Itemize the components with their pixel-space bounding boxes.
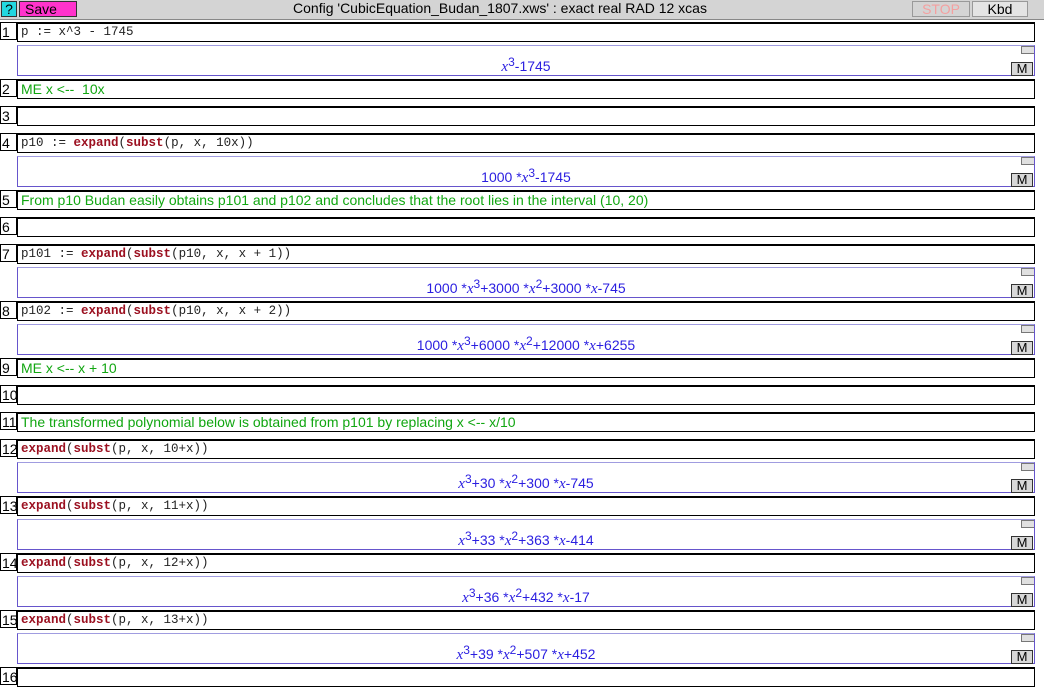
- output-menu-button[interactable]: M: [1011, 62, 1033, 76]
- comment-field[interactable]: ME x <-- x + 10: [17, 358, 1035, 378]
- level-10: 10: [0, 383, 1044, 410]
- output-area: 1000 *x3+6000 *x2+12000 *x+6255 M: [17, 324, 1035, 355]
- output-resize-handle[interactable]: [1021, 325, 1034, 333]
- math-result: x3+30 *x2+300 *x-745: [458, 472, 594, 492]
- level-11: 11 The transformed polynomial below is ob…: [0, 410, 1044, 437]
- output-menu-button[interactable]: M: [1011, 593, 1033, 607]
- level-3: 3: [0, 104, 1044, 131]
- level-number[interactable]: 13: [0, 496, 17, 514]
- math-result: 1000 *x3+6000 *x2+12000 *x+6255: [416, 334, 636, 354]
- level-number[interactable]: 16: [0, 667, 17, 685]
- comment-field[interactable]: From p10 Budan easily obtains p101 and p…: [17, 190, 1035, 210]
- output-resize-handle[interactable]: [1021, 577, 1034, 585]
- level-number[interactable]: 11: [0, 412, 17, 430]
- level-number[interactable]: 1: [0, 22, 17, 40]
- level-number[interactable]: 4: [0, 133, 17, 151]
- level-number[interactable]: 15: [0, 610, 17, 628]
- keyboard-button[interactable]: Kbd: [972, 1, 1028, 17]
- comment-field[interactable]: ME x <-- 10x: [17, 79, 1035, 99]
- level-number[interactable]: 6: [0, 217, 17, 235]
- level-number[interactable]: 5: [0, 190, 17, 208]
- output-resize-handle[interactable]: [1021, 268, 1034, 276]
- level-16: 16: [0, 665, 1044, 692]
- output-menu-button[interactable]: M: [1011, 173, 1033, 187]
- level-14: 14 expand(subst(p, x, 12+x)) x3+36 *x2+432…: [0, 551, 1044, 608]
- output-menu-button[interactable]: M: [1011, 341, 1033, 355]
- command-input[interactable]: expand(subst(p, x, 10+x)): [17, 439, 1035, 459]
- command-input[interactable]: expand(subst(p, x, 11+x)): [17, 496, 1035, 516]
- level-number[interactable]: 2: [0, 79, 17, 97]
- output-resize-handle[interactable]: [1021, 46, 1034, 54]
- output-area: x3+30 *x2+300 *x-745 M: [17, 462, 1035, 493]
- math-result: x3-1745: [501, 55, 551, 75]
- command-input[interactable]: expand(subst(p, x, 13+x)): [17, 610, 1035, 630]
- level-13: 13 expand(subst(p, x, 11+x)) x3+33 *x2+363…: [0, 494, 1044, 551]
- level-number[interactable]: 10: [0, 385, 17, 403]
- level-number[interactable]: 7: [0, 244, 17, 262]
- stop-button[interactable]: STOP: [912, 1, 970, 17]
- output-area: 1000 *x3+3000 *x2+3000 *x-745 M: [17, 267, 1035, 298]
- output-area: x3+36 *x2+432 *x-17 M: [17, 576, 1035, 607]
- command-input[interactable]: p := x^3 - 1745: [17, 22, 1035, 42]
- level-number[interactable]: 12: [0, 439, 17, 457]
- output-menu-button[interactable]: M: [1011, 650, 1033, 664]
- level-6: 6: [0, 215, 1044, 242]
- toolbar: ? Save Config 'CubicEquation_Budan_1807.…: [0, 0, 1044, 20]
- level-number[interactable]: 14: [0, 553, 17, 571]
- level-15: 15 expand(subst(p, x, 13+x)) x3+39 *x2+507…: [0, 608, 1044, 665]
- level-4: 4 p10 := expand(subst(p, x, 10x)) 1000 *x3…: [0, 131, 1044, 188]
- command-input[interactable]: p10 := expand(subst(p, x, 10x)): [17, 133, 1035, 153]
- comment-field[interactable]: The transformed polynomial below is obta…: [17, 412, 1035, 432]
- output-resize-handle[interactable]: [1021, 520, 1034, 528]
- window-title: Config 'CubicEquation_Budan_1807.xws' : …: [293, 0, 707, 16]
- output-resize-handle[interactable]: [1021, 634, 1034, 642]
- output-area: x3+33 *x2+363 *x-414 M: [17, 519, 1035, 550]
- math-result: 1000 *x3-1745: [481, 166, 571, 186]
- level-5: 5 From p10 Budan easily obtains p101 and …: [0, 188, 1044, 215]
- level-number[interactable]: 3: [0, 106, 17, 124]
- math-result: x3+39 *x2+507 *x+452: [456, 643, 596, 663]
- output-area: x3-1745 M: [17, 45, 1035, 76]
- command-input[interactable]: expand(subst(p, x, 12+x)): [17, 553, 1035, 573]
- math-result: x3+36 *x2+432 *x-17: [462, 586, 590, 606]
- level-number[interactable]: 8: [0, 301, 17, 319]
- output-menu-button[interactable]: M: [1011, 479, 1033, 493]
- level-12: 12 expand(subst(p, x, 10+x)) x3+30 *x2+300…: [0, 437, 1044, 494]
- empty-command-input[interactable]: [17, 385, 1035, 405]
- output-area: 1000 *x3-1745 M: [17, 156, 1035, 187]
- save-button[interactable]: Save: [19, 1, 77, 17]
- output-menu-button[interactable]: M: [1011, 536, 1033, 550]
- output-resize-handle[interactable]: [1021, 157, 1034, 165]
- math-result: x3+33 *x2+363 *x-414: [458, 529, 594, 549]
- level-2: 2 ME x <-- 10x: [0, 77, 1044, 104]
- command-input[interactable]: p101 := expand(subst(p10, x, x + 1)): [17, 244, 1035, 264]
- help-button[interactable]: ?: [1, 1, 17, 17]
- level-7: 7 p101 := expand(subst(p10, x, x + 1)) 100…: [0, 242, 1044, 299]
- empty-command-input[interactable]: [17, 217, 1035, 237]
- empty-command-input[interactable]: [17, 667, 1035, 687]
- math-result: 1000 *x3+3000 *x2+3000 *x-745: [426, 277, 626, 297]
- level-8: 8 p102 := expand(subst(p10, x, x + 2)) 100…: [0, 299, 1044, 356]
- level-1: 1p := x^3 - 1745 x3-1745 M: [0, 20, 1044, 77]
- level-9: 9 ME x <-- x + 10: [0, 356, 1044, 383]
- output-area: x3+39 *x2+507 *x+452 M: [17, 633, 1035, 664]
- command-input[interactable]: p102 := expand(subst(p10, x, x + 2)): [17, 301, 1035, 321]
- empty-command-input[interactable]: [17, 106, 1035, 126]
- level-number[interactable]: 9: [0, 358, 17, 376]
- output-resize-handle[interactable]: [1021, 463, 1034, 471]
- output-menu-button[interactable]: M: [1011, 284, 1033, 298]
